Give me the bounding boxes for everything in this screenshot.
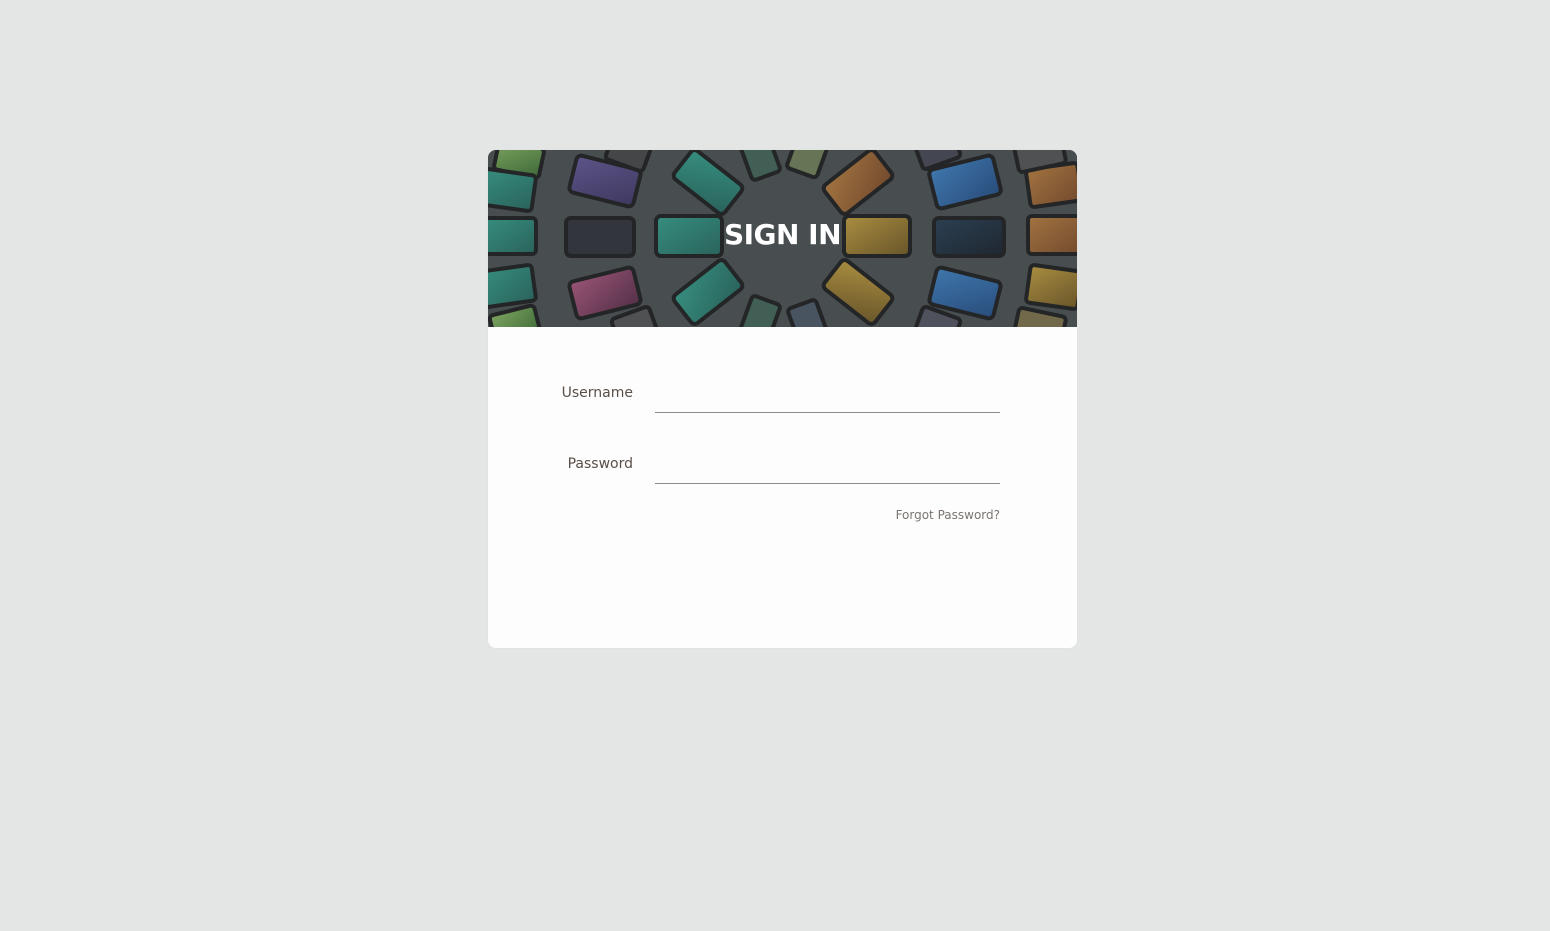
password-label: Password [567,456,633,472]
sign-in-banner: SIGN IN [488,150,1077,327]
sign-in-card: SIGN IN Username Password Forgot Passwor… [488,150,1077,648]
password-input[interactable] [655,446,1000,484]
username-row: Username [488,375,1077,415]
sign-in-title: SIGN IN [723,218,842,251]
username-label: Username [561,385,633,401]
password-row: Password [488,446,1077,486]
forgot-password-link[interactable]: Forgot Password? [896,508,1000,522]
username-input[interactable] [655,375,1000,413]
